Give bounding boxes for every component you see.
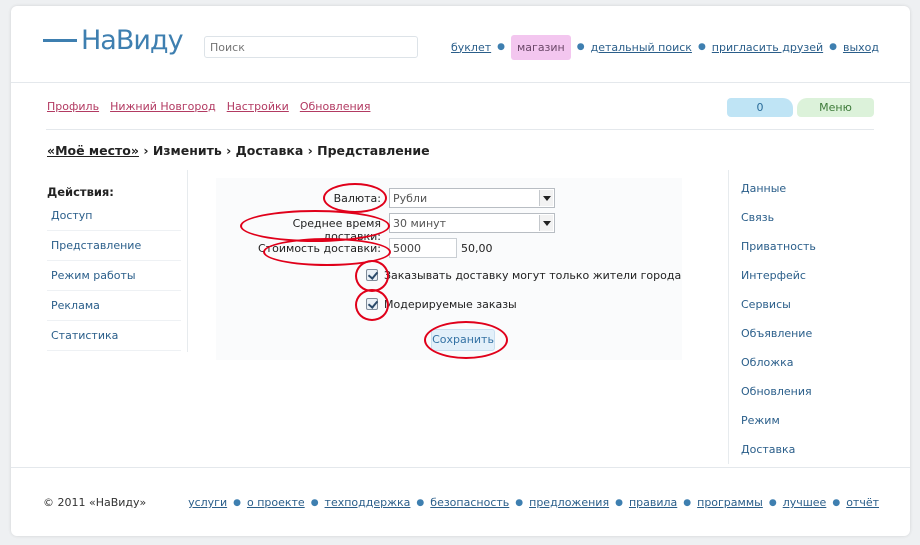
delivery-time-select[interactable]: 30 минут [389, 213, 555, 233]
subnav-profile[interactable]: Профиль [47, 100, 99, 113]
delivery-time-value: 30 минут [393, 217, 447, 230]
nav-detailed-search[interactable]: детальный поиск [591, 41, 692, 54]
right-menu: Данные Связь Приватность Интерфейс Серви… [729, 174, 879, 464]
rightmenu-mode[interactable]: Режим [729, 406, 879, 435]
logo[interactable]: НаВиду [43, 25, 184, 56]
actions-menu: Доступ Представление Режим работы Реклам… [47, 201, 181, 351]
rightmenu-contact[interactable]: Связь [729, 203, 879, 232]
separator-dot: ● [832, 497, 841, 508]
save-button[interactable]: Сохранить [431, 329, 495, 351]
separator-dot: ● [683, 497, 692, 508]
footer-link-programs[interactable]: программы [697, 496, 763, 509]
nav-booklet[interactable]: буклет [451, 41, 491, 54]
footer-link-best[interactable]: лучшее [783, 496, 827, 509]
currency-select[interactable]: Рубли [389, 188, 555, 208]
moderated-checkbox[interactable] [366, 298, 378, 310]
separator-dot: ● [515, 497, 524, 508]
logo-text: НаВиду [81, 25, 184, 56]
rightmenu-privacy[interactable]: Приватность [729, 232, 879, 261]
residents-only-label: Заказывать доставку могут только жители … [384, 269, 682, 282]
actions-title: Действия: [47, 185, 114, 199]
separator-dot: ● [829, 42, 837, 52]
footer-nav: услуги ● о проекте ● техподдержка ● безо… [188, 496, 879, 509]
action-statistics[interactable]: Статистика [47, 321, 181, 351]
separator-dot: ● [497, 42, 505, 52]
rightmenu-updates[interactable]: Обновления [729, 377, 879, 406]
menu-button[interactable]: Меню [797, 98, 874, 117]
separator-dot: ● [233, 497, 241, 508]
top-nav: буклет ● магазин ● детальный поиск ● при… [451, 34, 879, 60]
rightmenu-cover[interactable]: Обложка [729, 348, 879, 377]
nav-logout[interactable]: выход [843, 41, 879, 54]
copyright: © 2011 «НаВиду» [43, 496, 147, 509]
action-access[interactable]: Доступ [47, 201, 181, 231]
nav-invite-friends[interactable]: пригласить друзей [712, 41, 823, 54]
subnav-city[interactable]: Нижний Новгород [110, 100, 216, 113]
footer-link-suggestions[interactable]: предложения [529, 496, 609, 509]
rightmenu-interface[interactable]: Интерфейс [729, 261, 879, 290]
action-advertising[interactable]: Реклама [47, 291, 181, 321]
delivery-cost-label: Стоимость доставки: [258, 242, 381, 255]
footer-link-security[interactable]: безопасность [430, 496, 509, 509]
nav-shop[interactable]: магазин [511, 34, 571, 60]
footer-link-services[interactable]: услуги [188, 496, 227, 509]
delivery-time-label: Среднее время доставки: [292, 217, 381, 243]
search-input[interactable] [204, 36, 418, 58]
footer-link-report[interactable]: отчёт [846, 496, 879, 509]
breadcrumb-path: › Изменить › Доставка › Представление [143, 143, 430, 158]
separator-dot: ● [615, 497, 623, 508]
rightmenu-announcement[interactable]: Объявление [729, 319, 879, 348]
footer-link-rules[interactable]: правила [629, 496, 677, 509]
chevron-down-icon [539, 215, 553, 231]
action-work-mode[interactable]: Режим работы [47, 261, 181, 291]
rightmenu-data[interactable]: Данные [729, 174, 879, 203]
separator-dot: ● [416, 497, 425, 508]
subnav-updates[interactable]: Обновления [300, 100, 371, 113]
footer-link-about[interactable]: о проекте [247, 496, 305, 509]
footer-divider [11, 467, 910, 468]
breadcrumb-home[interactable]: «Моё место» [47, 143, 139, 158]
subnav-settings[interactable]: Настройки [227, 100, 289, 113]
rightmenu-services[interactable]: Сервисы [729, 290, 879, 319]
currency-value: Рубли [393, 192, 428, 205]
chevron-down-icon [539, 190, 553, 206]
action-presentation[interactable]: Представление [47, 231, 181, 261]
delivery-cost-display: 50,00 [461, 242, 493, 255]
delivery-cost-input[interactable]: 5000 [389, 238, 457, 258]
logo-dash [43, 39, 77, 42]
actions-divider [187, 170, 188, 352]
footer-link-support[interactable]: техподдержка [325, 496, 411, 509]
separator-dot: ● [310, 497, 319, 508]
sub-nav: Профиль Нижний Новгород Настройки Обновл… [47, 100, 370, 113]
separator-dot: ● [697, 42, 706, 52]
currency-label: Валюта: [333, 192, 381, 205]
notification-counter[interactable]: 0 [727, 98, 793, 117]
rightmenu-delivery[interactable]: Доставка [729, 435, 879, 464]
moderated-label: Модерируемые заказы [384, 298, 517, 311]
header-divider [11, 82, 910, 83]
subnav-divider [46, 129, 874, 130]
residents-only-checkbox[interactable] [366, 269, 378, 281]
page-panel: НаВиду буклет ● магазин ● детальный поис… [11, 6, 910, 536]
separator-dot: ● [576, 42, 585, 52]
separator-dot: ● [768, 497, 777, 508]
breadcrumb: «Моё место» › Изменить › Доставка › Пред… [47, 143, 430, 158]
